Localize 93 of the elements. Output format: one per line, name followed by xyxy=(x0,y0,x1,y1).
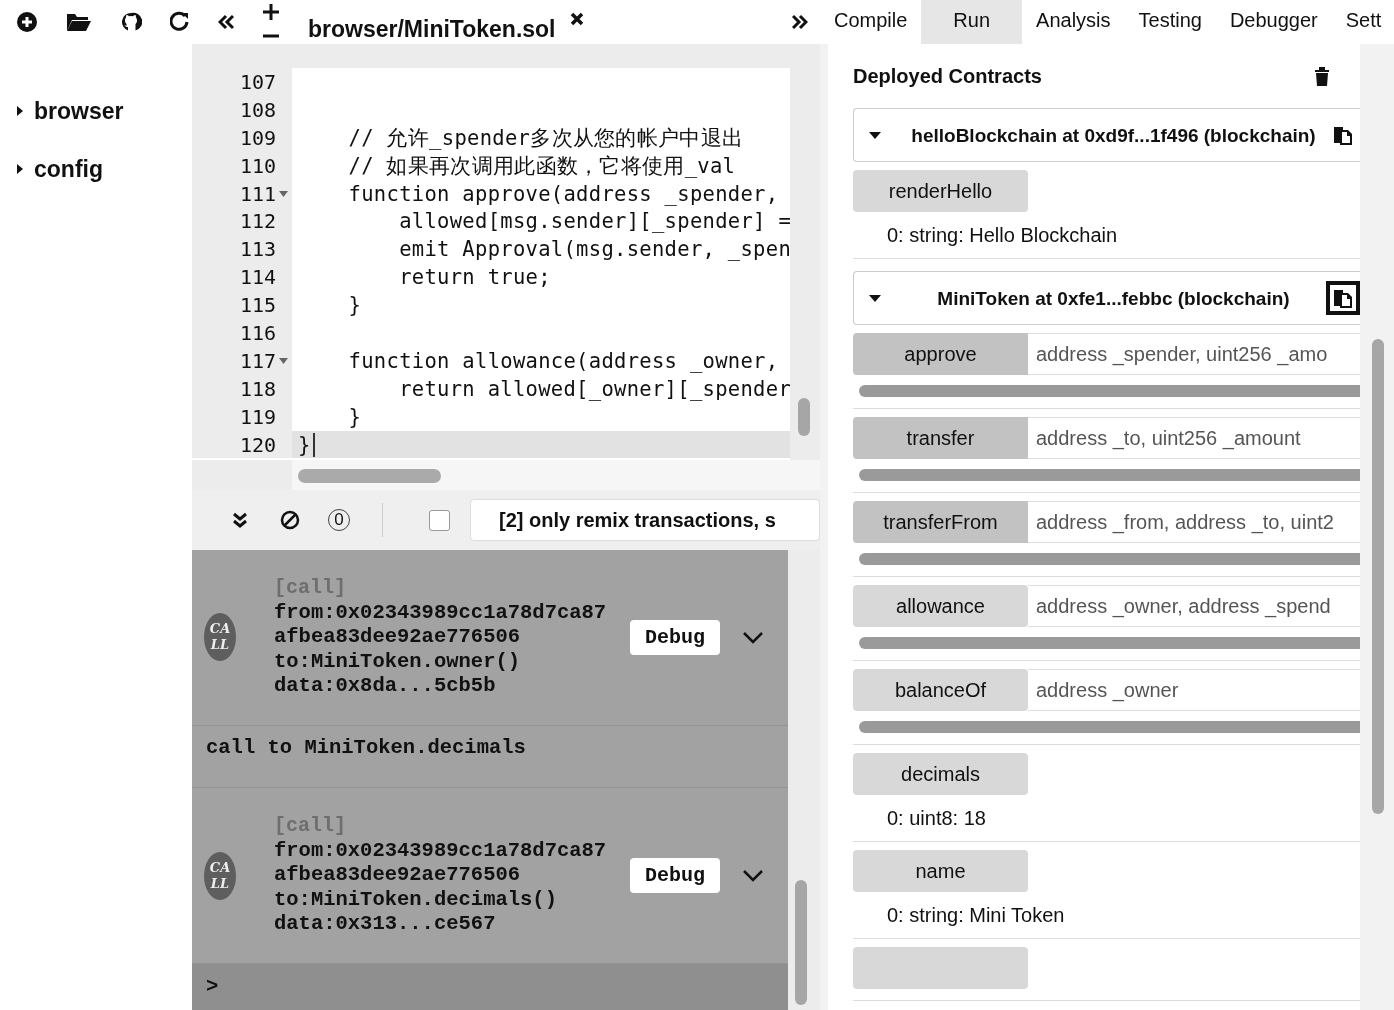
github-icon[interactable] xyxy=(120,11,142,33)
function-button[interactable]: decimals xyxy=(853,753,1028,795)
fold-icon[interactable] xyxy=(279,190,288,197)
close-icon[interactable] xyxy=(569,12,584,26)
expand-icon[interactable] xyxy=(792,14,808,30)
line-number: 112 xyxy=(239,209,276,234)
log-text: data:0x313...ce567 xyxy=(274,912,497,937)
call-badge: CALL xyxy=(204,851,236,900)
argument-field[interactable]: address _to, uint256 _amount xyxy=(1028,417,1360,459)
filter-field[interactable]: [2] only remix transactions, s xyxy=(470,499,820,541)
contract-header[interactable]: helloBlockchain at 0xd9f...1f496 (blockchain) xyxy=(853,108,1360,162)
function-button[interactable]: name xyxy=(853,850,1028,892)
collapse-icon[interactable] xyxy=(218,14,234,30)
scrollbar-thumb[interactable] xyxy=(1372,339,1384,814)
argument-field[interactable]: address _from, address _to, uint2 xyxy=(1028,501,1360,543)
call-badge: CALL xyxy=(204,613,236,662)
zoom-icon[interactable] xyxy=(262,3,280,41)
file-tab-label[interactable]: browser/MiniToken.sol xyxy=(308,12,556,43)
log-text: to:MiniToken.owner() xyxy=(274,649,522,674)
code-line: function allowance(address _owner, xyxy=(347,348,779,373)
clear-icon[interactable] xyxy=(280,510,300,530)
function-button[interactable]: transfer xyxy=(853,417,1028,459)
chevron-down-icon[interactable] xyxy=(742,630,764,644)
line-number: 118 xyxy=(239,376,276,401)
result-text: 0: string: Mini Token xyxy=(886,903,1066,927)
code-line: return true; xyxy=(398,265,551,290)
line-number: 117 xyxy=(239,348,276,373)
scrollbar-thumb[interactable] xyxy=(798,398,810,436)
result-text: 0: uint8: 18 xyxy=(886,806,987,830)
line-number: 115 xyxy=(239,293,276,318)
log-message: call to MiniToken.decimals xyxy=(206,735,526,760)
line-number: 108 xyxy=(239,97,276,122)
code-line: function approve(address _spender, xyxy=(347,181,779,206)
copy-icon xyxy=(1334,288,1352,308)
code-line: // 允许_spender多次从您的帐户中退出 xyxy=(347,124,744,152)
code-line: // 如果再次调用此函数，它将使用_val xyxy=(347,152,736,180)
panel-tab[interactable]: Sett xyxy=(1331,0,1394,44)
function-button[interactable]: approve xyxy=(853,333,1028,375)
code-line: emit Approval(msg.sender, _spen xyxy=(398,237,790,262)
checkbox[interactable] xyxy=(429,509,450,531)
folder-item[interactable]: config xyxy=(16,140,192,198)
function-button[interactable]: allowance xyxy=(853,585,1028,627)
trash-icon[interactable] xyxy=(1314,66,1330,86)
chevron-down-icon[interactable] xyxy=(742,869,764,883)
log-text: data:0x8da...5cb5b xyxy=(274,674,497,699)
line-number: 119 xyxy=(239,404,276,429)
panel-tab[interactable]: Compile xyxy=(820,0,922,44)
code-line: } xyxy=(347,293,362,318)
file-tab[interactable]: browser/MiniToken.sol xyxy=(300,0,584,44)
line-number: 109 xyxy=(239,125,276,150)
text-cursor xyxy=(312,432,315,457)
code-line: } xyxy=(298,432,311,457)
caret-icon[interactable] xyxy=(869,294,881,302)
code-line: } xyxy=(347,404,362,429)
debug-button[interactable]: Debug xyxy=(630,858,720,894)
caret-icon[interactable] xyxy=(869,131,881,139)
copy-button[interactable] xyxy=(1326,281,1360,315)
folder-icon[interactable] xyxy=(66,12,92,32)
result-text: 0: string: Hello Blockchain xyxy=(886,223,1119,247)
folder-item[interactable]: browser xyxy=(16,82,192,140)
line-number: 120 xyxy=(239,432,276,457)
fold-icon[interactable] xyxy=(279,357,288,364)
panel-tab[interactable]: Testing xyxy=(1124,0,1216,44)
line-number: 114 xyxy=(239,265,276,290)
code-line: allowed[msg.sender][_spender] = xyxy=(398,209,790,234)
scrollbar-thumb[interactable] xyxy=(795,880,807,1005)
function-button[interactable]: renderHello xyxy=(853,170,1028,212)
function-button[interactable]: transferFrom xyxy=(853,501,1028,543)
line-number: 116 xyxy=(239,320,276,345)
argument-field[interactable]: address _owner, address _spend xyxy=(1028,585,1360,627)
line-number: 113 xyxy=(239,237,276,262)
log-text: to:MiniToken.decimals() xyxy=(274,887,558,913)
line-number: 110 xyxy=(239,153,276,178)
scrollbar-thumb[interactable] xyxy=(298,469,441,483)
line-number: 111 xyxy=(239,181,276,206)
double-chevron-icon[interactable] xyxy=(232,512,248,528)
panel-tab[interactable]: Run xyxy=(921,0,1023,44)
add-file-icon[interactable] xyxy=(16,11,38,33)
debug-button[interactable]: Debug xyxy=(630,619,720,655)
panel-tab[interactable]: Analysis xyxy=(1022,0,1125,44)
refresh-icon[interactable] xyxy=(170,11,190,33)
contract-header[interactable]: MiniToken at 0xfe1...febbc (blockchain) xyxy=(853,271,1360,325)
copy-icon xyxy=(1334,125,1352,145)
function-button[interactable]: balanceOf xyxy=(853,669,1028,711)
argument-field[interactable]: address _spender, uint256 _amo xyxy=(1028,333,1360,375)
argument-field[interactable]: address _owner xyxy=(1028,669,1360,711)
caret-icon xyxy=(16,163,24,175)
caret-icon xyxy=(16,105,24,117)
prompt[interactable]: > xyxy=(206,974,219,1000)
line-number: 107 xyxy=(239,69,276,94)
code-line: return allowed[_owner][_spender xyxy=(398,376,790,401)
panel-tab[interactable]: Debugger xyxy=(1215,0,1332,44)
section-title: Deployed Contracts xyxy=(853,64,1042,88)
